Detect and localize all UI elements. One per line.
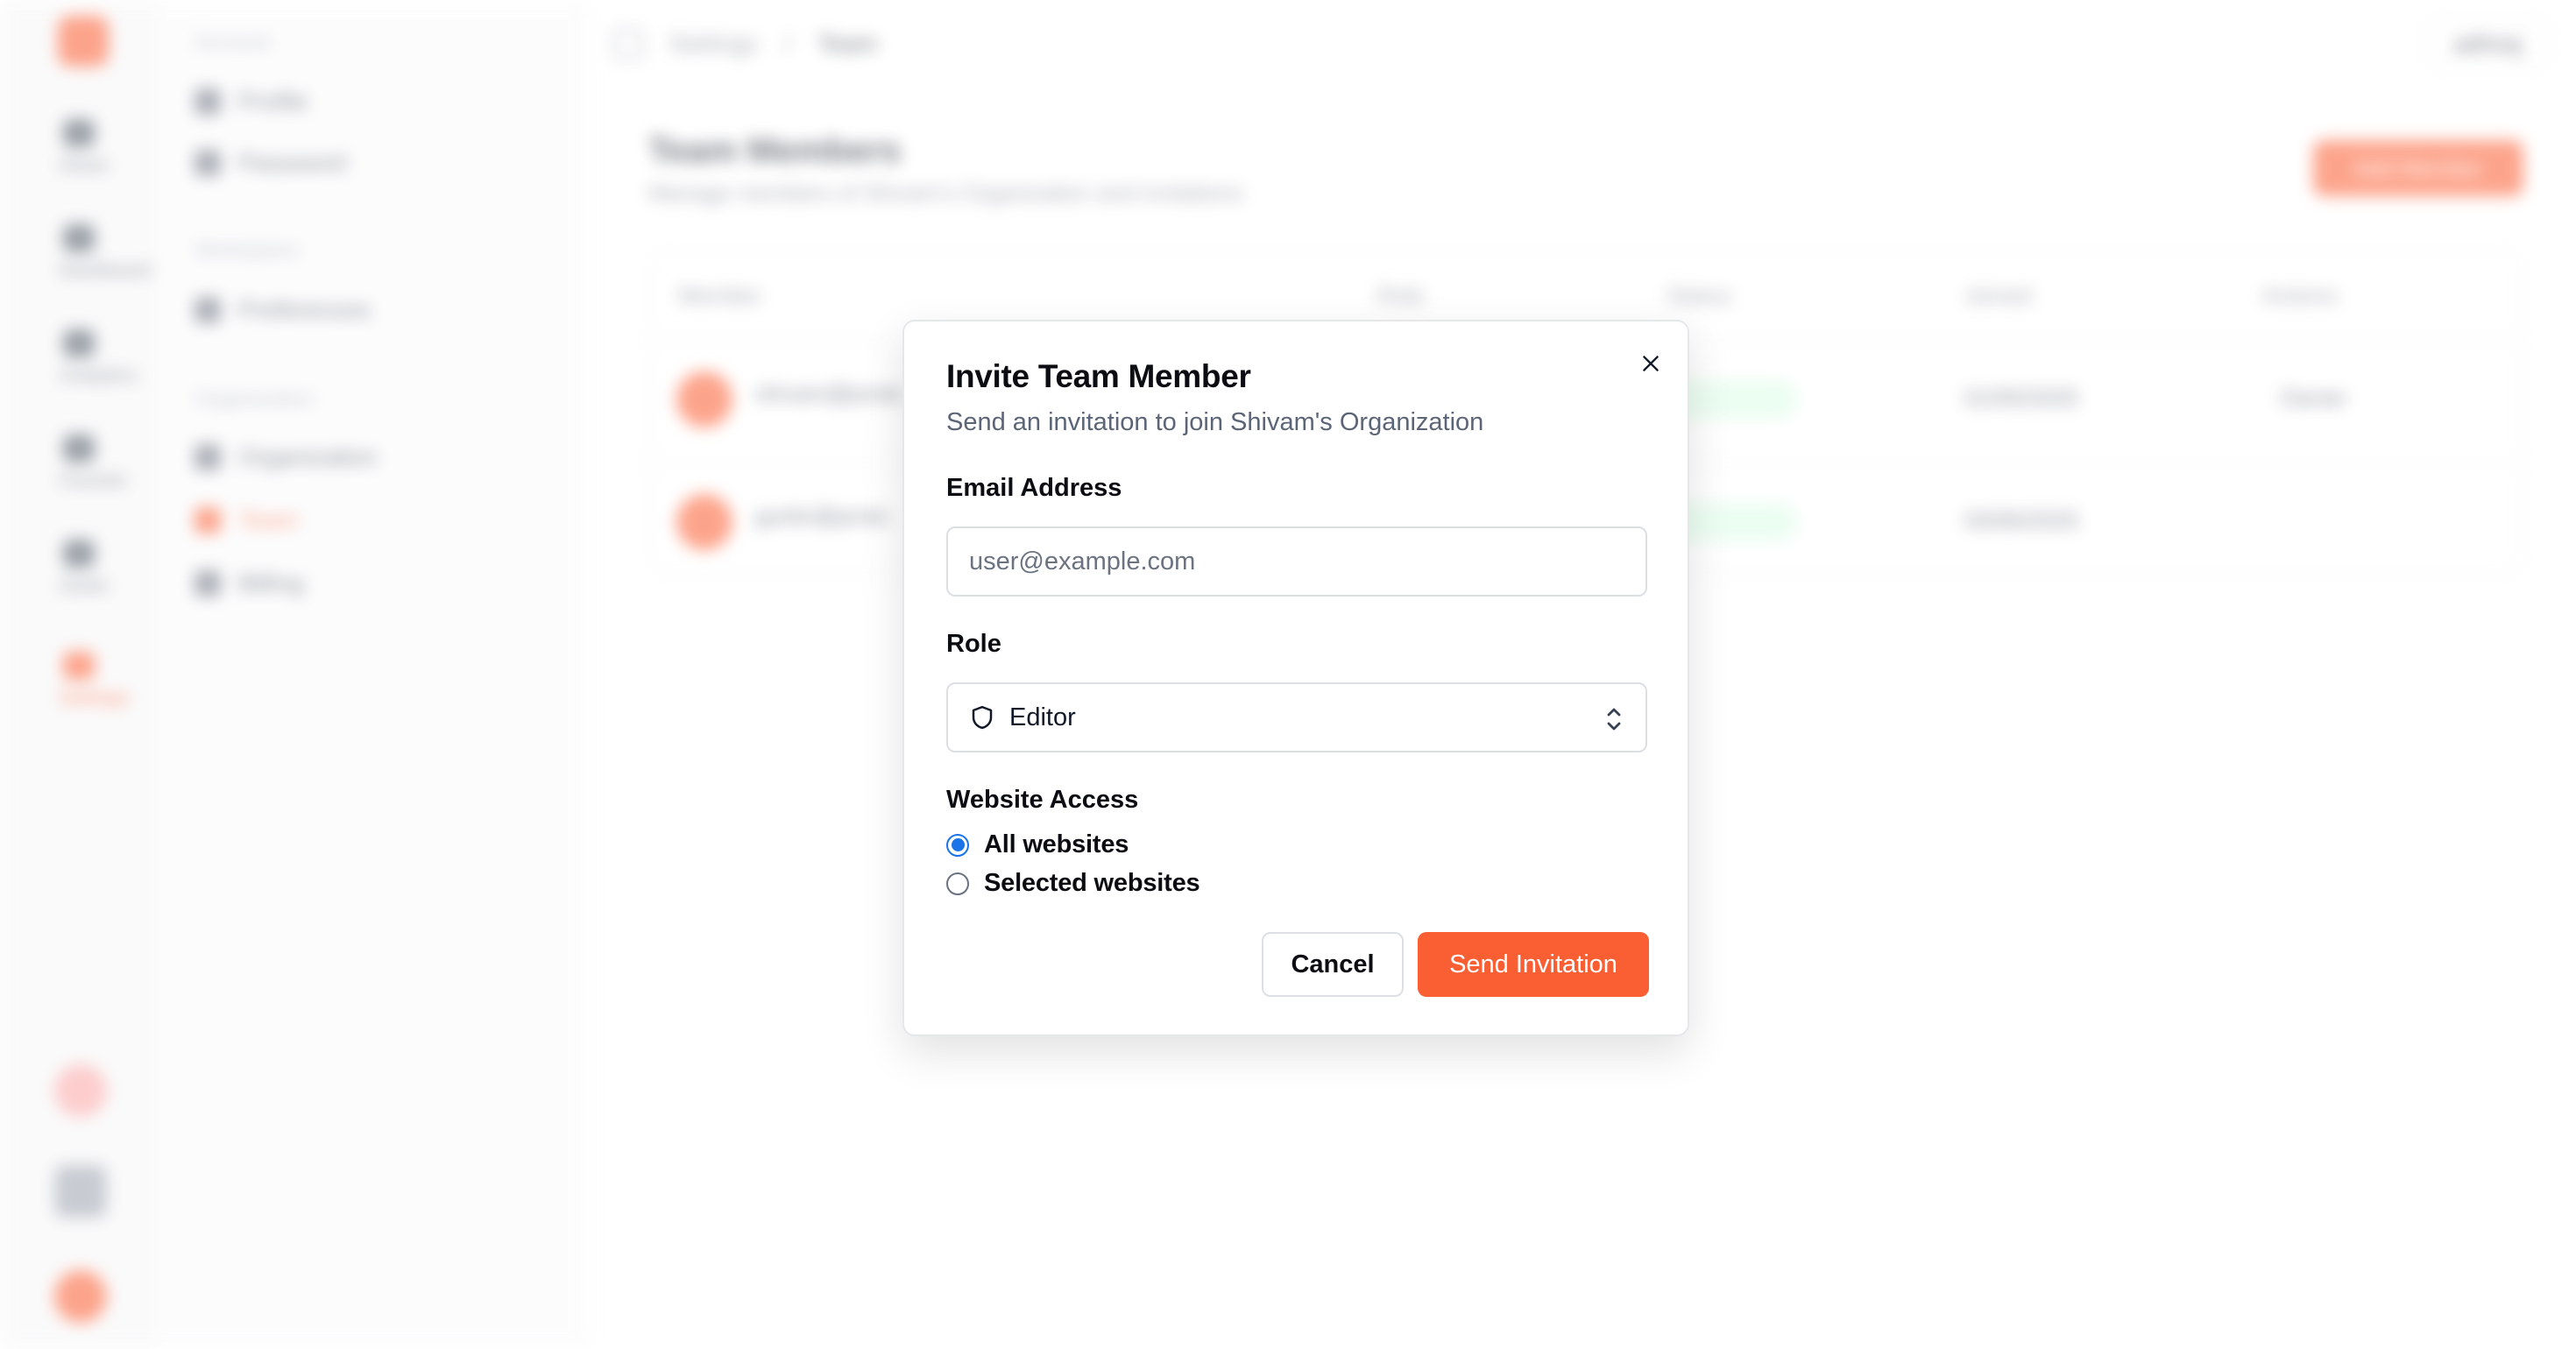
rail-item-settings[interactable]: Settings <box>18 638 140 725</box>
rail-item-label: Settings <box>60 689 129 708</box>
add-member-button[interactable]: Add Member <box>2313 140 2523 196</box>
email-field[interactable] <box>946 526 1647 597</box>
radio-label: All websites <box>984 830 1129 858</box>
icon-rail: Home Dashboard Analytics Funnels Goals S… <box>0 0 158 1349</box>
subnav-item-billing[interactable]: Billing <box>195 569 304 597</box>
subnav-item-label: Preferences <box>238 296 371 323</box>
subnav-item-profile[interactable]: Profile <box>195 88 308 116</box>
subnav-item-organization[interactable]: Organization <box>195 443 378 471</box>
users-icon <box>195 507 221 533</box>
gear-icon <box>63 652 95 680</box>
subnav-item-password[interactable]: Password <box>195 149 346 177</box>
app-logo <box>58 16 109 67</box>
radio-label: Selected websites <box>984 869 1200 897</box>
chevron-up-down-icon <box>1607 708 1621 731</box>
funnel-icon <box>63 434 95 463</box>
user-icon <box>195 88 221 115</box>
radio-button[interactable] <box>946 833 969 857</box>
settings-subnav: Account Profile Password Workspace Prefe… <box>158 0 587 1349</box>
rail-item-goals[interactable]: Goals <box>18 526 140 613</box>
building-icon <box>195 444 221 470</box>
target-icon <box>63 540 95 568</box>
rail-item-label: Analytics <box>60 366 138 385</box>
column-header: Role <box>1377 282 1425 308</box>
help-icon[interactable] <box>54 1165 107 1218</box>
sliders-icon <box>195 297 221 323</box>
radio-all-websites[interactable]: All websites <box>946 830 1129 859</box>
invite-member-dialog: Invite Team Member Send an invitation to… <box>902 320 1689 1036</box>
user-menu-label: adhiraj <box>2452 30 2522 57</box>
subnav-item-label: Password <box>238 149 346 176</box>
add-member-label: Add Member <box>2353 154 2484 181</box>
member-avatar <box>676 371 732 427</box>
subnav-section-title: Account <box>195 31 271 54</box>
close-button[interactable] <box>1631 344 1670 383</box>
rail-item-home[interactable]: Home <box>18 105 140 193</box>
radio-button[interactable] <box>946 872 969 895</box>
joined-date: 03/06/2025 <box>1964 507 2079 533</box>
member-email: shivam@proto <box>755 380 903 406</box>
home-icon <box>63 119 95 147</box>
joined-date: 01/05/2025 <box>1964 385 2079 411</box>
column-header: Member <box>678 282 762 308</box>
sidebar-toggle-icon[interactable] <box>613 29 643 59</box>
role-select-value: Editor <box>1009 703 1076 731</box>
breadcrumb-separator: / <box>784 30 791 57</box>
member-email: gurbir@proto <box>755 503 889 529</box>
dialog-title: Invite Team Member <box>946 358 1251 394</box>
top-bar: Settings / Team adhiraj <box>587 0 2576 88</box>
role-select[interactable]: Editor <box>946 682 1647 752</box>
avatar[interactable] <box>54 1270 107 1323</box>
subnav-item-preferences[interactable]: Preferences <box>195 296 371 324</box>
user-menu[interactable]: adhiraj <box>2424 19 2550 68</box>
dialog-description: Send an invitation to join Shivam's Orga… <box>946 408 1484 436</box>
subnav-section-title: Organization <box>195 387 315 411</box>
analytics-icon <box>63 329 95 357</box>
role-label: Role <box>946 630 1001 658</box>
page-subtitle: Manage members of Shivam's Organization … <box>648 180 1243 206</box>
subnav-item-label: Organization <box>238 443 378 470</box>
radio-selected-websites[interactable]: Selected websites <box>946 869 1200 898</box>
member-avatar <box>676 494 732 550</box>
notification-icon[interactable] <box>54 1064 107 1117</box>
subnav-item-label: Billing <box>238 569 304 597</box>
rail-item-label: Dashboard <box>60 261 152 280</box>
cancel-button-label: Cancel <box>1291 950 1375 978</box>
credit-card-icon <box>195 570 221 597</box>
member-action: Owner <box>2280 385 2347 411</box>
lock-icon <box>195 150 221 176</box>
column-header: Joined <box>1964 282 2032 308</box>
shield-icon <box>972 705 993 730</box>
rail-item-label: Home <box>60 156 109 175</box>
rail-item-label: Funnels <box>60 471 127 491</box>
subnav-section-title: Workspace <box>195 238 300 262</box>
send-invitation-label: Send Invitation <box>1449 950 1617 978</box>
column-header: Status <box>1667 282 1731 308</box>
breadcrumb-team: Team <box>817 30 878 57</box>
send-invitation-button[interactable]: Send Invitation <box>1418 932 1649 997</box>
website-access-label: Website Access <box>946 786 1139 814</box>
rail-item-analytics[interactable]: Analytics <box>18 315 140 403</box>
email-label: Email Address <box>946 474 1122 502</box>
page-title: Team Members <box>648 131 902 170</box>
cancel-button[interactable]: Cancel <box>1262 932 1404 997</box>
subnav-item-team[interactable]: Team <box>195 506 298 534</box>
subnav-item-label: Profile <box>238 88 308 115</box>
chart-icon <box>63 224 95 252</box>
rail-item-funnels[interactable]: Funnels <box>18 420 140 508</box>
subnav-item-label: Team <box>238 506 299 533</box>
rail-item-dashboard[interactable]: Dashboard <box>18 210 151 298</box>
rail-item-label: Goals <box>60 576 109 596</box>
breadcrumb-settings[interactable]: Settings <box>669 30 758 58</box>
close-icon <box>1643 356 1659 371</box>
column-header: Actions <box>2262 282 2338 308</box>
